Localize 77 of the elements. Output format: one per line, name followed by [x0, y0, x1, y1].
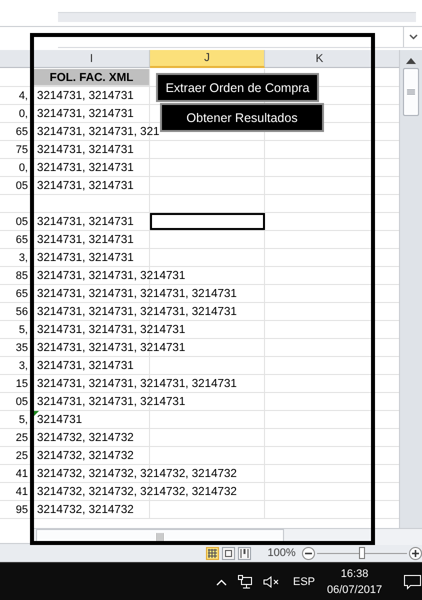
show-hidden-icons-icon[interactable] [216, 578, 227, 586]
zoom-level: 100% [268, 547, 296, 559]
macro-button[interactable]: Extraer Orden de Compra [156, 73, 319, 102]
language-indicator[interactable]: ESP [293, 576, 316, 588]
table-cell-text: 3214731, 3214731 [36, 107, 134, 120]
table-cell-text: 3214732, 3214732 [36, 503, 134, 516]
table-cell-text: 3214731, 3214731, 3214731, 3214731 [36, 305, 237, 318]
table-cell-text: 3214731, 3214731 [36, 179, 134, 192]
table-cell-text: 3214732, 3214732 [36, 449, 134, 462]
zoom-in-button[interactable] [409, 546, 422, 560]
zoom-out-button[interactable] [302, 546, 315, 560]
network-icon[interactable] [237, 575, 253, 589]
view-button[interactable] [222, 546, 235, 560]
macro-button[interactable]: Obtener Resultados [160, 103, 324, 132]
clock-time[interactable]: 16:38 [340, 566, 368, 582]
grid-icon [208, 548, 217, 558]
scroll-thumb[interactable] [403, 68, 419, 116]
slider-thumb[interactable] [358, 547, 365, 559]
view-button[interactable] [238, 546, 251, 560]
zoom-slider[interactable] [316, 547, 408, 559]
vertical-scrollbar[interactable] [399, 50, 422, 528]
chevron-icon [408, 34, 418, 40]
page-icon [224, 548, 233, 558]
plus-icon [412, 550, 420, 556]
table-cell: 65 [16, 234, 28, 246]
table-cell-text: 3214731, 3214731 [36, 233, 134, 246]
clock-date[interactable]: 06/07/2017 [327, 582, 382, 598]
table-cell-text: 3214731, 3214731, 3214731, 3214731 [36, 377, 237, 390]
table-cell: FOL. FAC. XML [34, 69, 150, 86]
table-cell: 85 [16, 270, 28, 282]
table-cell: 15 [16, 378, 28, 390]
column-header[interactable]: I [34, 50, 150, 68]
table-cell: 05 [16, 216, 28, 228]
table-cell: 25 [16, 432, 28, 444]
table-cell-text: 3214732, 3214732 [36, 431, 134, 444]
table-cell: 65 [16, 288, 28, 300]
table-cell-text: 3214732, 3214732, 3214732, 3214732 [36, 485, 237, 498]
view-button[interactable] [206, 546, 219, 560]
table-cell-text: 3214731, 3214731, 3214731 [36, 323, 186, 336]
table-cell-text: 3214731, 3214731, 3214731 [36, 269, 186, 282]
table-cell: 41 [16, 468, 28, 480]
selected-cell[interactable] [150, 213, 265, 230]
table-cell: 3, [18, 252, 28, 264]
table-cell-text: 3214731, 3214731 [36, 215, 134, 228]
table-cell: 35 [16, 342, 28, 354]
table-cell-text: 3214731, 3214731, 321 [36, 125, 160, 138]
table-cell: 75 [16, 144, 28, 156]
table-cell-text: 3214731, 3214731 [36, 251, 134, 264]
table-cell: 4, [18, 90, 28, 102]
table-cell: 0, [18, 108, 28, 120]
table-cell-text: 3214731, 3214731, 3214731, 3214731 [36, 287, 237, 300]
table-cell: 95 [16, 504, 28, 516]
table-cell-text: 3214731, 3214731 [36, 143, 134, 156]
table-cell: 05 [16, 180, 28, 192]
table-cell-text: 3214731, 3214731, 3214731 [36, 395, 186, 408]
table-cell: 05 [16, 396, 28, 408]
grip-icon [156, 533, 164, 541]
table-cell-text: 3214731, 3214731 [36, 359, 134, 372]
scroll-up-icon[interactable] [406, 58, 416, 64]
table-cell-text: 3214731 [36, 413, 82, 426]
notification-icon[interactable] [404, 574, 422, 590]
table-cell: 65 [16, 126, 28, 138]
table-cell-text: 3214731, 3214731, 3214731 [36, 341, 186, 354]
table-cell-text: 3214731, 3214731 [36, 161, 134, 174]
table-cell: 0, [18, 162, 28, 174]
table-cell: 5, [18, 324, 28, 336]
table-cell: 5, [18, 414, 28, 426]
column-header[interactable]: J [150, 50, 265, 68]
table-cell: 3, [18, 360, 28, 372]
table-cell: 56 [16, 306, 28, 318]
grip-icon [407, 89, 415, 95]
table-cell-text: 3214731, 3214731 [36, 89, 134, 102]
table-cell: 41 [16, 486, 28, 498]
page-icon [240, 548, 249, 558]
table-cell: 25 [16, 450, 28, 462]
muted-speaker-icon[interactable] [263, 575, 281, 589]
table-cell-text: 3214732, 3214732, 3214732, 3214732 [36, 467, 237, 480]
